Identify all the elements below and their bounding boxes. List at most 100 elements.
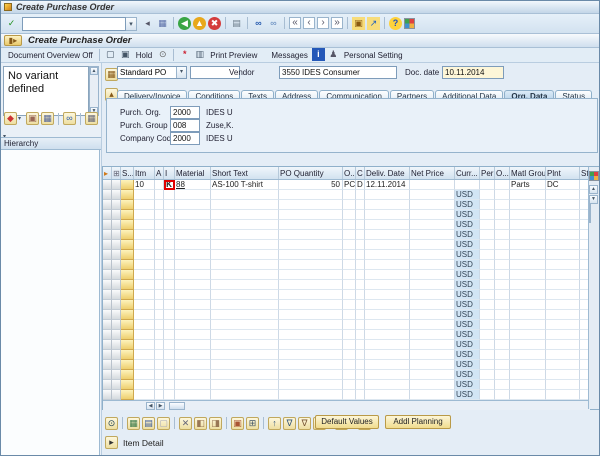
grid-cell[interactable]	[410, 280, 455, 290]
grid-cell[interactable]	[211, 390, 279, 400]
row-select-cell[interactable]	[112, 290, 121, 300]
grid-cell[interactable]	[279, 210, 343, 220]
grid-cell[interactable]	[164, 270, 175, 280]
grid-cell[interactable]	[356, 370, 365, 380]
grid-cell[interactable]	[480, 230, 495, 240]
status-cell[interactable]	[121, 330, 134, 340]
grid-cell[interactable]	[343, 280, 356, 290]
grid-cell[interactable]	[356, 350, 365, 360]
restore-item-icon[interactable]: ▢	[157, 416, 170, 430]
grid-cell[interactable]	[546, 260, 580, 270]
check-icon[interactable]: *	[178, 48, 191, 61]
grid-cell[interactable]	[480, 370, 495, 380]
grid-cell[interactable]	[134, 350, 155, 360]
column-header[interactable]: C	[356, 167, 365, 179]
row-select-cell[interactable]	[103, 180, 112, 190]
grid-cell[interactable]: USD	[455, 260, 480, 270]
grid-cell[interactable]	[495, 230, 510, 240]
scroll-up-icon[interactable]: ▲	[90, 67, 98, 75]
grid-cell[interactable]	[546, 380, 580, 390]
row-select-cell[interactable]	[103, 270, 112, 280]
grid-cell[interactable]	[279, 330, 343, 340]
row-select-cell[interactable]	[103, 380, 112, 390]
row-select-cell[interactable]	[112, 270, 121, 280]
grid-cell[interactable]	[134, 290, 155, 300]
row-select-cell[interactable]	[103, 240, 112, 250]
grid-cell[interactable]	[495, 280, 510, 290]
row-select-cell[interactable]	[112, 330, 121, 340]
row-select-cell[interactable]	[112, 380, 121, 390]
scroll-up-icon[interactable]: ▲	[589, 185, 598, 194]
collapse-command-icon[interactable]: ◂	[141, 17, 154, 30]
grid-cell[interactable]	[546, 360, 580, 370]
grid-cell[interactable]	[510, 320, 546, 330]
grid-cell[interactable]: PC	[343, 180, 356, 190]
row-select-cell[interactable]	[112, 250, 121, 260]
grid-cell[interactable]	[164, 230, 175, 240]
grid-cell[interactable]	[164, 220, 175, 230]
grid-cell[interactable]	[495, 310, 510, 320]
grid-cell[interactable]	[175, 300, 211, 310]
grid-cell[interactable]	[365, 280, 410, 290]
collapse-item-icon[interactable]: ▤	[142, 416, 155, 430]
grid-cell[interactable]	[211, 230, 279, 240]
dropdown-arrow-icon[interactable]: ▾	[18, 115, 25, 122]
grid-cell[interactable]	[343, 360, 356, 370]
grid-cell[interactable]	[356, 240, 365, 250]
row-select-cell[interactable]	[103, 300, 112, 310]
grid-cell[interactable]	[155, 280, 164, 290]
grid-cell[interactable]	[175, 390, 211, 400]
messages-button[interactable]: Messages	[271, 51, 307, 60]
grid-cell[interactable]	[546, 370, 580, 380]
grid-cell[interactable]	[480, 270, 495, 280]
vertical-scrollbar[interactable]: ▲ ▼	[588, 167, 599, 409]
grid-cell[interactable]	[134, 250, 155, 260]
grid-cell[interactable]	[343, 340, 356, 350]
grid-cell[interactable]	[175, 220, 211, 230]
grid-cell[interactable]	[175, 320, 211, 330]
enter-icon[interactable]: ✓	[5, 17, 18, 30]
delete-row-icon[interactable]: ✕	[179, 416, 192, 430]
grid-cell[interactable]	[546, 280, 580, 290]
status-cell[interactable]	[121, 250, 134, 260]
customize-layout-icon[interactable]	[404, 17, 415, 29]
status-cell[interactable]	[121, 350, 134, 360]
grid-cell[interactable]	[365, 310, 410, 320]
row-select-cell[interactable]	[112, 350, 121, 360]
chevron-down-icon[interactable]: ▾	[176, 67, 186, 78]
grid-cell[interactable]	[495, 180, 510, 190]
grid-cell[interactable]	[134, 270, 155, 280]
column-header[interactable]: Material	[175, 167, 211, 179]
grid-cell[interactable]: USD	[455, 300, 480, 310]
last-page-icon[interactable]: »	[331, 17, 343, 30]
variant-scrollbar[interactable]: ▲ ▼	[89, 66, 99, 116]
grid-cell[interactable]	[495, 210, 510, 220]
grid-cell[interactable]	[356, 300, 365, 310]
grid-cell[interactable]	[211, 260, 279, 270]
grid-cell[interactable]	[134, 310, 155, 320]
status-cell[interactable]	[121, 380, 134, 390]
grid-cell[interactable]	[480, 350, 495, 360]
row-select-cell[interactable]	[103, 230, 112, 240]
grid-cell[interactable]	[356, 200, 365, 210]
grid-cell[interactable]	[356, 330, 365, 340]
grid-cell[interactable]	[495, 370, 510, 380]
grid-cell[interactable]: USD	[455, 310, 480, 320]
grid-cell[interactable]	[175, 360, 211, 370]
grid-cell[interactable]	[510, 190, 546, 200]
vendor-input[interactable]	[279, 66, 397, 79]
status-cell[interactable]	[121, 290, 134, 300]
grid-cell[interactable]	[365, 210, 410, 220]
grid-cell[interactable]	[495, 340, 510, 350]
grid-cell[interactable]	[279, 280, 343, 290]
row-select-cell[interactable]	[103, 320, 112, 330]
grid-cell[interactable]	[495, 330, 510, 340]
grid-cell[interactable]	[410, 270, 455, 280]
grid-cell[interactable]	[279, 300, 343, 310]
grid-cell[interactable]	[365, 250, 410, 260]
grid-cell[interactable]	[546, 290, 580, 300]
column-header[interactable]: Itm	[134, 167, 155, 179]
row-select-cell[interactable]	[103, 200, 112, 210]
status-cell[interactable]	[121, 190, 134, 200]
expand-item-detail-icon[interactable]: ▸	[105, 436, 118, 450]
